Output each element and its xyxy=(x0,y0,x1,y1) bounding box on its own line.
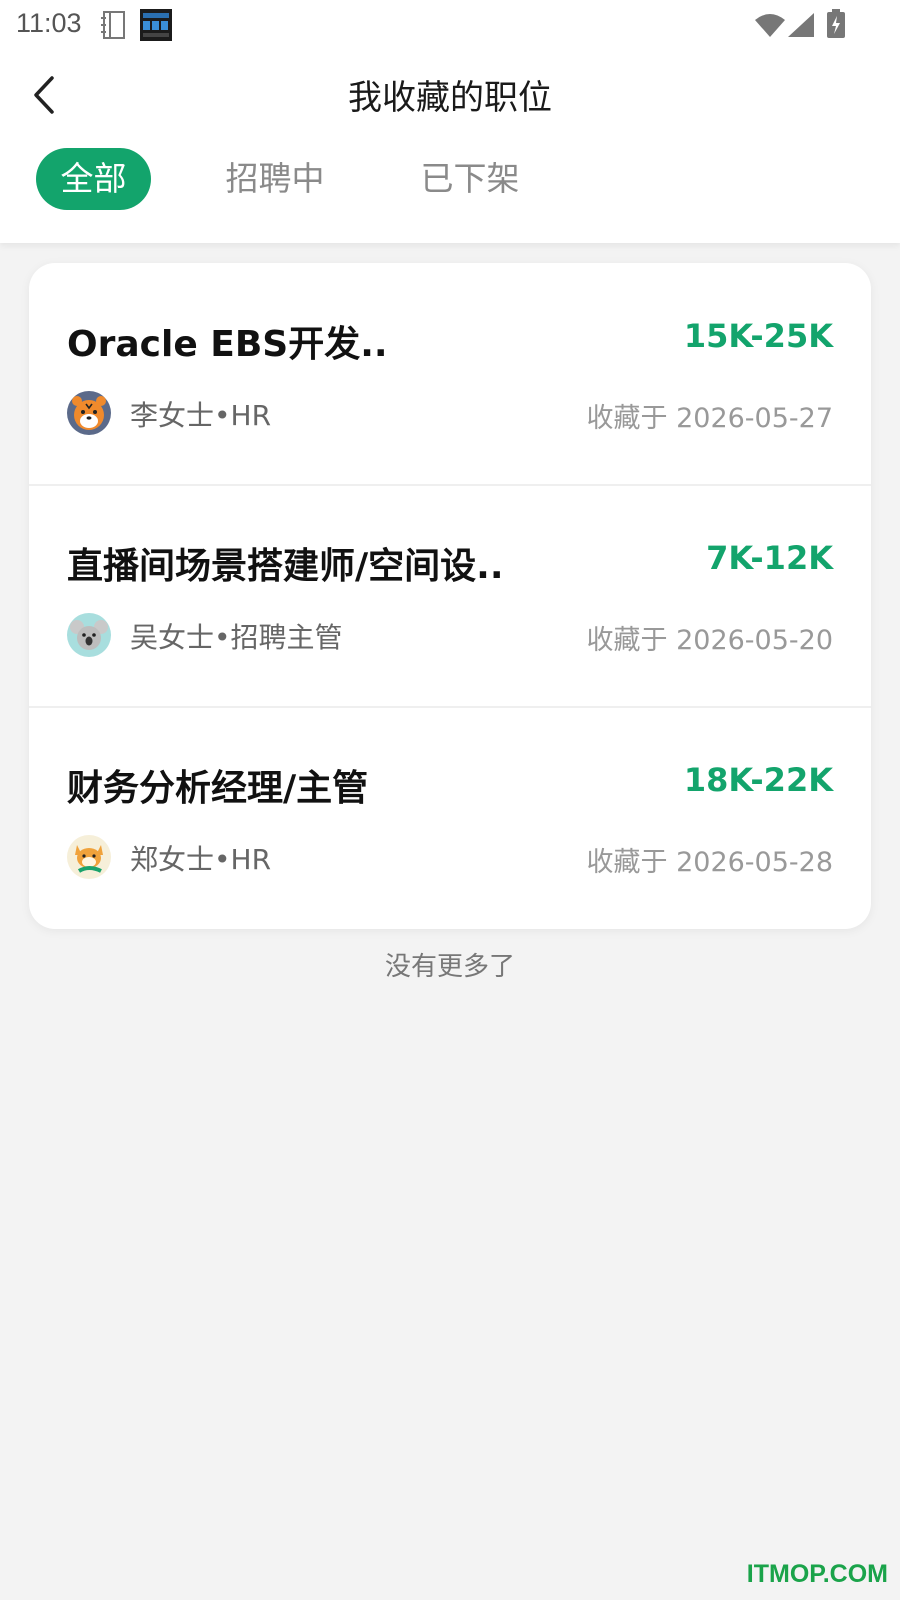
page-title: 我收藏的职位 xyxy=(348,78,552,118)
status-time: 11:03 xyxy=(16,8,82,38)
watermark: ITMOP.COM xyxy=(746,1560,888,1588)
saved-date: 收藏于 2026-05-20 xyxy=(586,625,834,656)
shiba-avatar-icon xyxy=(67,835,111,879)
tab-all[interactable]: 全部 xyxy=(36,148,151,210)
signal-icon xyxy=(787,12,815,42)
job-item[interactable]: Oracle EBS开发.. 15K-25K 李女士•HR 收藏于 2026-0… xyxy=(29,263,871,485)
wifi-icon xyxy=(754,12,786,42)
job-title: Oracle EBS开发.. xyxy=(67,324,388,365)
status-bar: 11:03 xyxy=(0,0,900,50)
job-item[interactable]: 财务分析经理/主管 18K-22K 郑女士•HR 收藏于 2026-05-28 xyxy=(29,707,871,929)
tiger-avatar-icon xyxy=(67,391,111,435)
tab-recruiting[interactable]: 招聘中 xyxy=(210,148,340,210)
tab-removed[interactable]: 已下架 xyxy=(405,148,535,210)
no-more-text: 没有更多了 xyxy=(384,952,515,982)
koala-avatar-icon xyxy=(67,613,111,657)
notebook-icon xyxy=(100,10,126,44)
job-salary: 18K-22K xyxy=(683,761,833,799)
recruiter-name: 吴女士•招聘主管 xyxy=(130,621,343,654)
job-salary: 15K-25K xyxy=(683,317,833,355)
recruiter-name: 郑女士•HR xyxy=(130,843,272,876)
saved-date: 收藏于 2026-05-28 xyxy=(586,847,834,878)
job-title: 财务分析经理/主管 xyxy=(67,768,369,809)
job-salary: 7K-12K xyxy=(706,539,833,577)
clock-widget-icon xyxy=(140,9,172,45)
job-item[interactable]: 直播间场景搭建师/空间设.. 7K-12K 吴女士•招聘主管 收藏于 2026-… xyxy=(29,485,871,707)
favorite-jobs-card: Oracle EBS开发.. 15K-25K 李女士•HR 收藏于 2026-0… xyxy=(29,263,871,929)
saved-date: 收藏于 2026-05-27 xyxy=(586,403,834,434)
job-title: 直播间场景搭建师/空间设.. xyxy=(67,546,504,587)
battery-charging-icon xyxy=(826,9,846,43)
recruiter-name: 李女士•HR xyxy=(130,399,272,432)
